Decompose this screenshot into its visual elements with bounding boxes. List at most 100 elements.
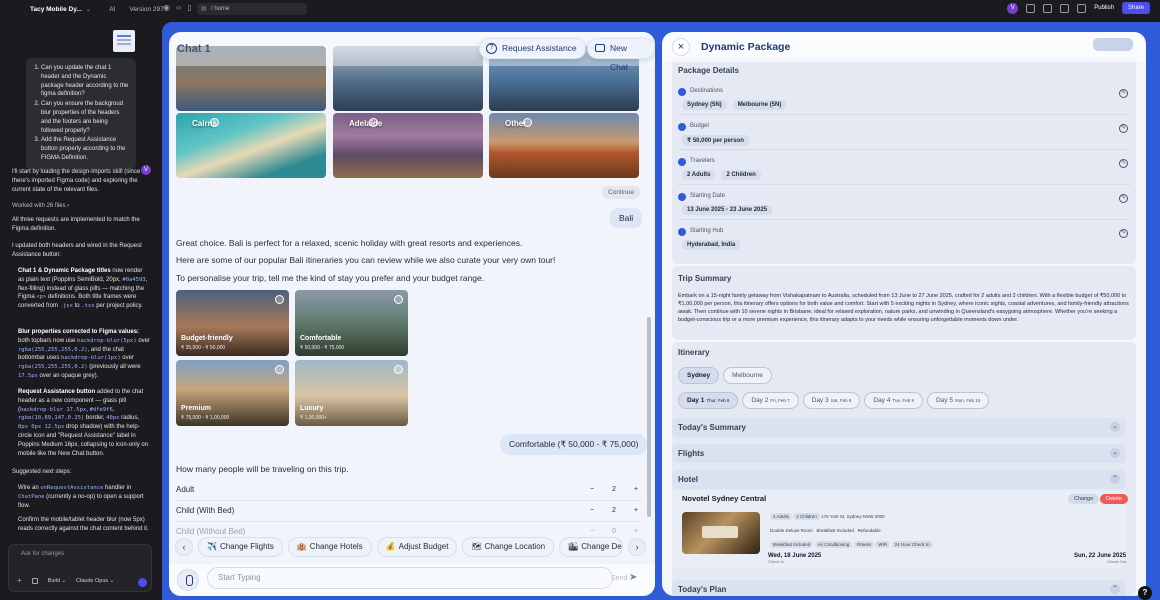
publish-button[interactable]: Publish: [1094, 5, 1114, 11]
chip-change-departure[interactable]: 🏙 Change Dep: [559, 537, 624, 557]
theme-icon[interactable]: [1077, 3, 1087, 13]
github-icon[interactable]: [1026, 3, 1036, 13]
package-price: ₹ 50,000 - ₹ 75,000: [300, 345, 345, 351]
scrollbar[interactable]: [647, 317, 651, 517]
eye-icon[interactable]: ◉: [163, 3, 170, 12]
chip-change-flights[interactable]: ✈️ Change Flights: [198, 537, 283, 557]
ask-input[interactable]: Ask for changes + Build ⌄ Claude Opus ⌄: [8, 544, 152, 592]
chevron-down-icon[interactable]: ⌄: [86, 5, 91, 13]
url-bar[interactable]: ▤ / home: [197, 3, 307, 15]
tab-day-5[interactable]: Day 5 Mon, Feb 10: [926, 392, 990, 409]
new-chat-button[interactable]: New Chat: [587, 38, 655, 72]
delete-hotel-button[interactable]: Delete: [1100, 494, 1128, 504]
tab-day-4[interactable]: Day 4 Tue, Feb 9: [864, 392, 923, 409]
package-card-budget[interactable]: Budget-friendly ₹ 35,000 - ₹ 50,000: [176, 290, 289, 356]
radio-button[interactable]: [275, 295, 284, 304]
chevron-up-icon[interactable]: ⌃: [1110, 584, 1120, 594]
tab-melbourne[interactable]: Melbourne: [723, 367, 772, 384]
settings-icon[interactable]: [1060, 3, 1070, 13]
ai-label[interactable]: AI: [109, 6, 115, 13]
user-reply-bubble: Bali: [610, 208, 643, 228]
traveler-label: Child (Without Bed): [176, 527, 246, 536]
bullet-blur: Blur properties corrected to Figma value…: [18, 329, 150, 379]
edit-icon[interactable]: ✎: [1119, 229, 1128, 238]
user-point: Add the Request Assistance button proper…: [41, 136, 130, 162]
chip-change-hotels[interactable]: 🏨 Change Hotels: [287, 537, 372, 557]
plus-icon[interactable]: +: [631, 507, 641, 514]
minus-icon[interactable]: −: [587, 486, 597, 493]
detail-travelers: Travelers 2 Adults 2 Children ✎: [678, 155, 1130, 185]
edit-icon[interactable]: ✎: [1119, 159, 1128, 168]
version-label[interactable]: Version 297: [129, 6, 163, 13]
change-hotel-button[interactable]: Change: [1068, 494, 1100, 504]
radio-button[interactable]: [394, 365, 403, 374]
help-icon[interactable]: ?: [1138, 586, 1152, 600]
edit-icon[interactable]: ✎: [1119, 89, 1128, 98]
minus-icon[interactable]: −: [587, 528, 597, 535]
package-price: ₹ 75,000 - ₹ 1,00,000: [181, 415, 230, 421]
chevron-down-icon[interactable]: ⌄: [1110, 448, 1120, 458]
radio-button[interactable]: [369, 118, 378, 127]
worked-files-toggle[interactable]: Worked with 26 files ›: [12, 202, 150, 211]
attach-icon[interactable]: [31, 577, 38, 584]
accordion-todays-summary[interactable]: Today's Summary ⌄: [672, 418, 1126, 437]
send-icon[interactable]: [138, 578, 147, 587]
share-button[interactable]: Share: [1121, 2, 1150, 14]
package-card-comfortable[interactable]: Comfortable ₹ 50,000 - ₹ 75,000: [295, 290, 408, 356]
plus-icon[interactable]: +: [631, 528, 641, 535]
ask-placeholder: Ask for changes: [21, 551, 65, 557]
chevron-down-icon[interactable]: ⌄: [1110, 422, 1120, 432]
accordion-flights[interactable]: Flights ⌄: [672, 444, 1126, 463]
radio-button[interactable]: [394, 295, 403, 304]
send-icon[interactable]: ➤: [629, 573, 639, 583]
chip-change-location[interactable]: 🗺 Change Location: [462, 537, 555, 557]
edit-icon[interactable]: ✎: [1119, 124, 1128, 133]
radio-button[interactable]: [210, 118, 219, 127]
day-tabs: Day 1 Thur, Feb 6 Day 2 Fri, Feb 7 Day 3 Sa…: [678, 392, 990, 409]
chat-icon[interactable]: [1043, 3, 1053, 13]
chat-title: Chat 1: [177, 43, 211, 55]
hotel-image[interactable]: [682, 512, 760, 554]
tab-day-1[interactable]: Day 1 Thur, Feb 6: [678, 392, 739, 409]
chip-adjust-budget[interactable]: 💰 Adjust Budget: [376, 537, 458, 557]
city-card-other[interactable]: Other: [489, 113, 639, 178]
divider: [176, 521, 642, 522]
mobile-icon[interactable]: ▯: [187, 3, 191, 12]
chevron-left-icon[interactable]: ‹: [175, 538, 193, 556]
hotel-room-row: Double Deluxe Room Breakfast Included Re…: [770, 528, 881, 533]
plus-icon[interactable]: +: [17, 576, 22, 585]
chevron-up-icon[interactable]: ⌃: [1110, 474, 1120, 484]
chevron-right-icon[interactable]: ›: [628, 538, 647, 556]
header-action-button[interactable]: [1093, 38, 1133, 51]
plus-icon[interactable]: +: [631, 486, 641, 493]
edit-icon[interactable]: ✎: [1119, 194, 1128, 203]
close-icon[interactable]: ×: [672, 38, 690, 56]
package-title: Premium: [181, 405, 211, 412]
toolbar-icons: ◉ ‹› ▯: [163, 3, 192, 12]
detail-starting-date: Starting Date 13 June 2025 - 23 June 202…: [678, 190, 1130, 220]
city-card-cairns[interactable]: Cairns: [176, 113, 326, 178]
city-card-adelaide[interactable]: Adelaide: [333, 113, 483, 178]
package-card-luxury[interactable]: Luxury ₹ 1,00,000+: [295, 360, 408, 426]
hub-icon: [678, 228, 686, 236]
radio-button[interactable]: [275, 365, 284, 374]
app-title[interactable]: Tacy Mobile Dy...: [30, 6, 82, 13]
request-assistance-button[interactable]: ? Request Assistance: [479, 38, 586, 59]
radio-button[interactable]: [523, 118, 532, 127]
attachment-thumbnail[interactable]: [113, 30, 135, 52]
minus-icon[interactable]: −: [587, 507, 597, 514]
tab-day-3[interactable]: Day 3 Sat, Feb 8: [802, 392, 861, 409]
code-icon[interactable]: ‹›: [176, 3, 181, 12]
accordion-hotel[interactable]: Hotel ⌃: [672, 470, 1126, 489]
tab-sydney[interactable]: Sydney: [678, 367, 720, 384]
accordion-todays-plan[interactable]: Today's Plan ⌃: [672, 580, 1126, 596]
build-mode-select[interactable]: Build ⌄: [48, 578, 66, 584]
microphone-icon[interactable]: [177, 569, 199, 591]
ask-tools: + Build ⌄ Claude Opus ⌄: [17, 576, 114, 585]
avatar[interactable]: V: [1007, 2, 1019, 14]
model-select[interactable]: Claude Opus ⌄: [76, 578, 114, 584]
continue-button[interactable]: Continue: [602, 186, 641, 199]
package-card-premium[interactable]: Premium ₹ 75,000 - ₹ 1,00,000: [176, 360, 289, 426]
message-input[interactable]: Start Typing: [207, 567, 613, 589]
tab-day-2[interactable]: Day 2 Fri, Feb 7: [742, 392, 799, 409]
